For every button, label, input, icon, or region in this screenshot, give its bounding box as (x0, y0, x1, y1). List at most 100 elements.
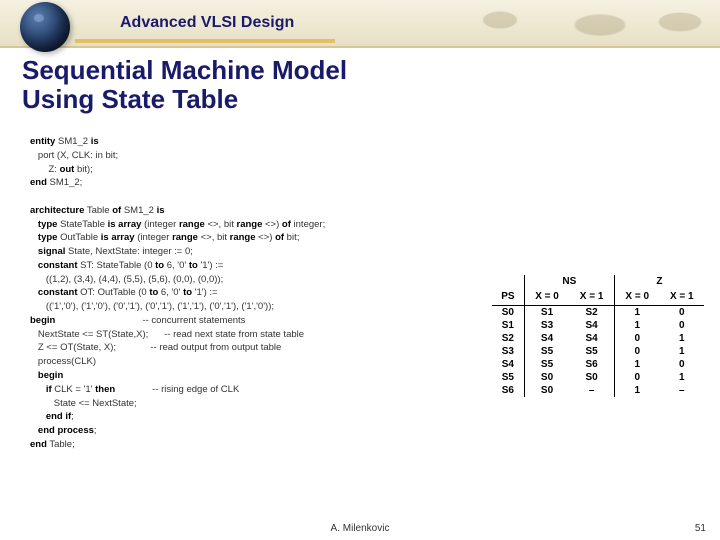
cell-z1: 0 (660, 306, 704, 320)
cell-z1: 1 (660, 345, 704, 358)
slide-title-line2: Using State Table (22, 84, 238, 114)
kw: is (157, 205, 165, 216)
t: State <= NextState; (30, 398, 137, 409)
kw: if (30, 384, 52, 395)
kw: is (91, 136, 99, 147)
table-group-header: NS Z (492, 275, 704, 290)
table-row: S2S4S401 (492, 332, 704, 345)
cell-z0: 0 (614, 371, 659, 384)
x1-header: X = 1 (660, 290, 704, 306)
kw: range (179, 219, 205, 230)
t: Z: (30, 164, 60, 175)
table-row: S0S1S210 (492, 306, 704, 320)
cell-ps: S2 (492, 332, 524, 345)
kw: of (275, 232, 284, 243)
state-table-container: NS Z PS X = 0 X = 1 X = 0 X = 1 S0S1S210… (492, 275, 704, 512)
cell-ns0: S3 (524, 319, 569, 332)
cell-ps: S6 (492, 384, 524, 397)
kw: end process (30, 425, 94, 436)
cell-z0: 1 (614, 306, 659, 320)
t: <>, bit (205, 219, 237, 230)
ns-header: NS (524, 275, 614, 290)
t: OT: OutTable (0 (78, 287, 150, 298)
cell-ns0: S0 (524, 384, 569, 397)
t: (('1','0'), ('1','0'), ('0','1'), ('0','… (30, 301, 274, 312)
cell-z0: 0 (614, 345, 659, 358)
page-number: 51 (695, 523, 706, 534)
kw: signal (30, 246, 65, 257)
cell-z0: 1 (614, 358, 659, 371)
table-row: S5S0S001 (492, 371, 704, 384)
cell-ns1: S4 (569, 319, 614, 332)
cell-ns0: S5 (524, 358, 569, 371)
cell-z1: 0 (660, 319, 704, 332)
t: <>, bit (198, 232, 230, 243)
kw: range (230, 232, 256, 243)
t: Z <= OT(State, X); -- read output from o… (30, 342, 281, 353)
cell-ns0: S4 (524, 332, 569, 345)
accent-line (75, 39, 335, 43)
table-col-header: PS X = 0 X = 1 X = 0 X = 1 (492, 290, 704, 306)
table-row: S6S0–1– (492, 384, 704, 397)
cell-ns1: – (569, 384, 614, 397)
cell-ns0: S0 (524, 371, 569, 384)
z-header: Z (614, 275, 704, 290)
globe-icon (20, 2, 70, 52)
kw: out (60, 164, 75, 175)
t: -- concurrent statements (55, 315, 245, 326)
t: State, NextState: integer := 0; (65, 246, 193, 257)
table-row: S1S3S410 (492, 319, 704, 332)
header-bar: Advanced VLSI Design (0, 0, 720, 48)
t: bit); (74, 164, 92, 175)
kw: constant (30, 260, 78, 271)
kw: is array (108, 219, 142, 230)
t: integer; (291, 219, 325, 230)
t: 6, '0' (158, 287, 183, 298)
course-title: Advanced VLSI Design (120, 14, 294, 32)
t: SM1_2 (55, 136, 90, 147)
t: ; (71, 411, 74, 422)
kw: to (189, 260, 198, 271)
kw: end (30, 177, 47, 188)
x0-header: X = 0 (614, 290, 659, 306)
kw: range (172, 232, 198, 243)
footer-copyright: A. Milenkovic (0, 523, 720, 534)
kw: architecture (30, 205, 84, 216)
state-table: NS Z PS X = 0 X = 1 X = 0 X = 1 S0S1S210… (492, 275, 704, 397)
cell-ns1: S0 (569, 371, 614, 384)
cell-ns1: S4 (569, 332, 614, 345)
kw: then (95, 384, 115, 395)
t: (integer (141, 219, 179, 230)
kw: of (112, 205, 121, 216)
t: NextState <= ST(State,X); -- read next s… (30, 329, 304, 340)
kw: to (149, 287, 158, 298)
t: '1') := (192, 287, 218, 298)
cell-z0: 1 (614, 384, 659, 397)
t: port (X, CLK: in bit; (30, 150, 118, 161)
t: '1') := (198, 260, 224, 271)
t: 6, '0' (164, 260, 189, 271)
kw: begin (30, 370, 63, 381)
t: bit; (284, 232, 299, 243)
kw: to (155, 260, 164, 271)
slide-title-line1: Sequential Machine Model (22, 55, 347, 85)
kw: of (282, 219, 291, 230)
cell-z1: – (660, 384, 704, 397)
kw: range (237, 219, 263, 230)
cell-ps: S4 (492, 358, 524, 371)
kw: type (30, 219, 57, 230)
kw: entity (30, 136, 55, 147)
kw: type (30, 232, 57, 243)
kw: begin (30, 315, 55, 326)
t: process(CLK) (30, 356, 96, 367)
t: SM1_2 (121, 205, 156, 216)
cell-ps: S3 (492, 345, 524, 358)
slide-title: Sequential Machine Model Using State Tab… (22, 56, 720, 113)
t: ; (94, 425, 97, 436)
kw: end (30, 439, 47, 450)
cell-z1: 1 (660, 371, 704, 384)
cell-z1: 0 (660, 358, 704, 371)
cell-ns1: S6 (569, 358, 614, 371)
cell-ns1: S5 (569, 345, 614, 358)
cell-ps: S0 (492, 306, 524, 320)
